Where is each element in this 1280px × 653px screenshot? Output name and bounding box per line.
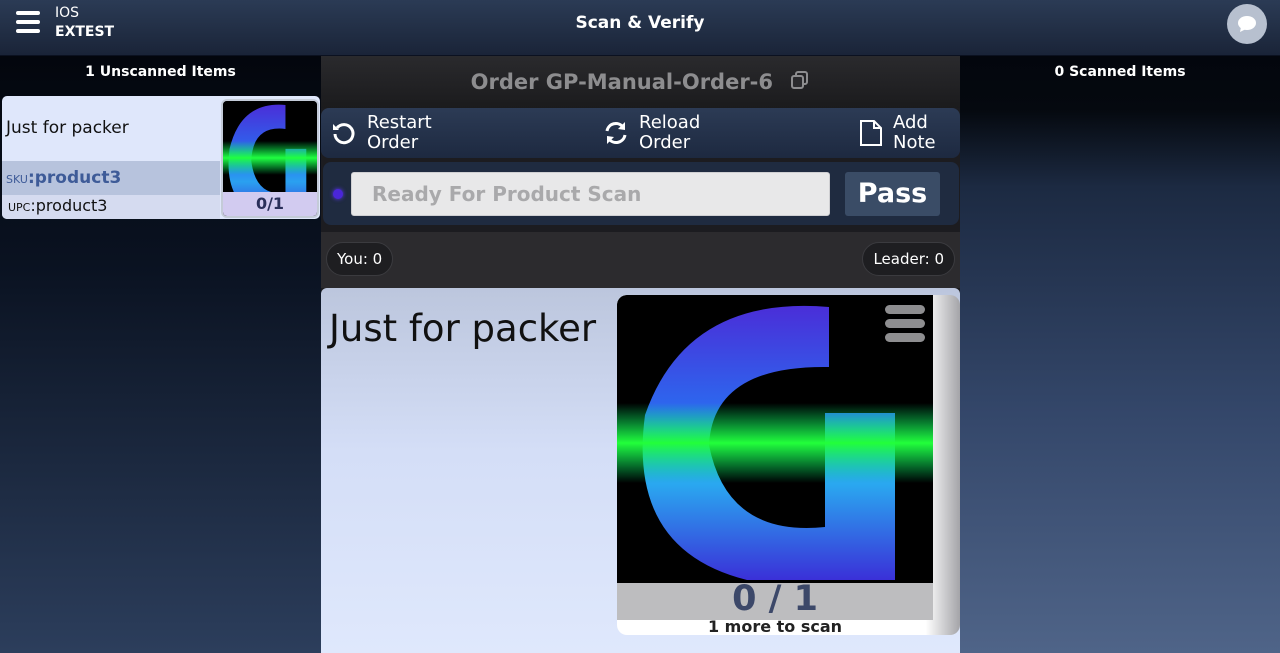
sku-label: SKU [6, 173, 28, 186]
order-header: Order GP-Manual-Order-6 [321, 56, 960, 108]
chat-bubble-icon [1238, 16, 1256, 32]
chat-button[interactable] [1227, 4, 1267, 44]
product-scan-input[interactable] [351, 172, 830, 216]
restart-icon [333, 123, 355, 145]
scan-status-indicator [333, 189, 343, 199]
add-note-label: Add Note [893, 112, 936, 153]
restart-order-button[interactable]: Restart Order [331, 113, 432, 153]
scan-bar: Pass [323, 162, 959, 225]
current-product-name: Just for packer [329, 307, 597, 350]
unscanned-item-card[interactable]: Just for packer SKU:product3 UPC:product… [2, 96, 320, 219]
scanned-items-panel: 0 Scanned Items [960, 56, 1280, 653]
product-options-menu-icon[interactable] [885, 305, 925, 349]
action-bar: Restart Order Reload Order Add Note [321, 108, 960, 158]
leader-score-badge: Leader: 0 [862, 242, 955, 276]
unscanned-item-name: Just for packer [6, 118, 129, 138]
pass-button[interactable]: Pass [845, 172, 940, 216]
add-note-button[interactable]: Add Note [859, 113, 936, 153]
reload-order-button[interactable]: Reload Order [603, 113, 700, 153]
remaining-to-scan: 1 more to scan [707, 617, 843, 635]
scanned-items-header: 0 Scanned Items [1054, 64, 1186, 80]
top-bar: IOS EXTEST Scan & Verify [0, 0, 1280, 56]
upc-label: UPC [8, 201, 31, 214]
you-score-badge: You: 0 [326, 242, 394, 276]
current-product-panel: Just for packer 0 / 1 1 more to scan [321, 288, 960, 653]
order-panel: Order GP-Manual-Order-6 Restart Order Re… [321, 56, 960, 653]
current-product-image[interactable] [617, 295, 933, 583]
reload-order-label: Reload Order [639, 112, 701, 153]
sku-value: :product3 [27, 168, 122, 188]
current-product-qty: 0 / 1 [732, 579, 818, 619]
order-title: Order GP-Manual-Order-6 [470, 70, 774, 94]
reload-icon [605, 122, 627, 144]
unscanned-items-panel: 1 Unscanned Items Just for packer SKU:pr… [0, 56, 321, 653]
score-area: You: 0 Leader: 0 [321, 232, 960, 288]
unscanned-item-qty: 0/1 [223, 192, 317, 216]
unscanned-item-sku: SKU:product3 [2, 161, 220, 195]
page-title: Scan & Verify [575, 13, 705, 33]
note-icon [860, 120, 882, 146]
copy-icon[interactable] [790, 57, 810, 109]
restart-order-label: Restart Order [367, 112, 432, 153]
unscanned-item-upc: UPC:product3 [2, 195, 220, 219]
upc-value: :product3 [30, 196, 108, 215]
unscanned-item-thumbnail[interactable]: 0/1 [221, 99, 319, 218]
current-product-image-card: 0 / 1 1 more to scan [617, 295, 960, 635]
unscanned-items-header: 1 Unscanned Items [85, 64, 236, 80]
